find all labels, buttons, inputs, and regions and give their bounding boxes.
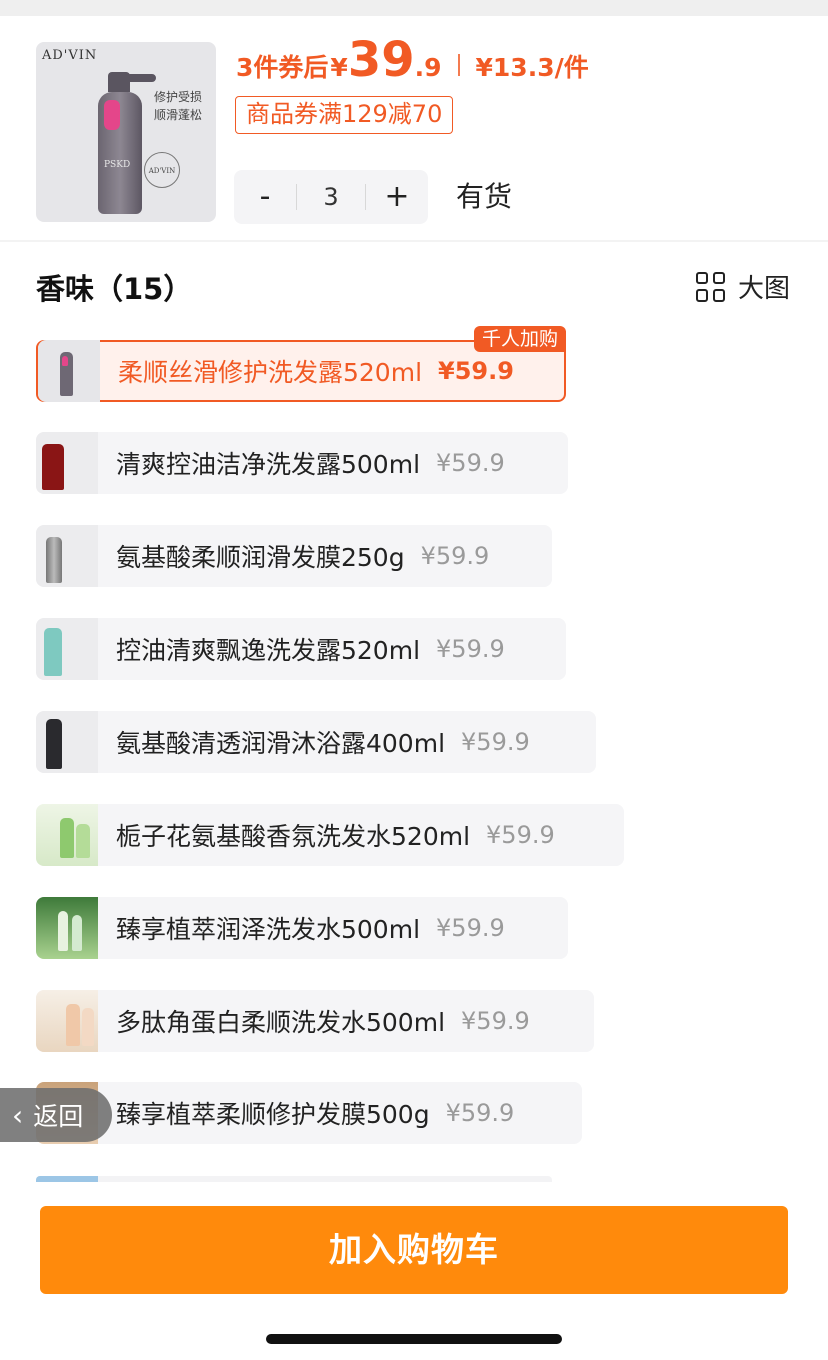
divider: [0, 240, 828, 242]
variant-name: 氨基酸清透润滑沐浴露400ml: [116, 729, 446, 758]
variant-name: 控油清爽飘逸洗发露520ml: [116, 636, 421, 665]
section-title: 香味（15）: [36, 272, 193, 306]
tagline-line-1: 修护受损: [153, 90, 202, 104]
variant-name: 臻享植萃柔顺修护发膜500g: [116, 1100, 430, 1129]
chevron-left-icon: ‹: [12, 1098, 24, 1132]
variant-thumbnail: [36, 432, 98, 494]
home-indicator: [266, 1334, 562, 1344]
variant-option[interactable]: 臻享植萃润泽洗发水500ml ¥59.9: [36, 897, 568, 959]
variant-name: 氨基酸柔顺润滑发膜250g: [116, 543, 405, 572]
price-currency: ¥: [330, 53, 348, 82]
price-line: 3件券后 ¥ 39 .9 ¥13.3/件: [236, 36, 589, 84]
popular-badge: 千人加购: [473, 326, 566, 352]
bottle-nozzle: [126, 74, 156, 82]
variant-price: ¥59.9: [461, 1007, 530, 1035]
variant-thumbnail: [36, 525, 98, 587]
big-view-label: 大图: [738, 274, 791, 304]
variant-option[interactable]: 氨基酸柔顺润滑发膜250g ¥59.9: [36, 525, 552, 587]
coupon-price-prefix: 3件券后: [236, 53, 329, 82]
variant-thumbnail: [36, 990, 98, 1052]
per-item-price: ¥13.3/件: [475, 53, 589, 82]
decrease-button[interactable]: -: [234, 170, 296, 224]
variant-price: ¥59.9: [436, 914, 505, 942]
variant-price: ¥59.9: [436, 449, 505, 477]
tagline-line-2: 顺滑蓬松: [153, 108, 202, 122]
variant-thumbnail: [36, 897, 98, 959]
variant-price: ¥59.9: [436, 635, 505, 663]
variant-option[interactable]: 栀子花氨基酸香氛洗发水520ml ¥59.9: [36, 804, 624, 866]
add-to-cart-button[interactable]: 加入购物车: [40, 1206, 788, 1294]
variant-price: ¥59.9: [445, 1099, 515, 1127]
bottle-pink-tag: [104, 100, 120, 130]
variant-price: ¥59.9: [486, 821, 555, 849]
price-decimal: .9: [414, 53, 442, 82]
back-label: 返回: [33, 1102, 84, 1131]
variant-option-partial: [36, 1176, 552, 1182]
variant-name: 臻享植萃润泽洗发水500ml: [116, 915, 421, 944]
bottle-cap: [108, 72, 130, 92]
coupon-badge: 商品券满129减70: [235, 96, 454, 134]
quantity-stepper: - 3 +: [234, 170, 428, 224]
variant-price: ¥59.9: [420, 542, 490, 570]
variant-name: 栀子花氨基酸香氛洗发水520ml: [116, 822, 471, 851]
variant-option[interactable]: 控油清爽飘逸洗发露520ml ¥59.9: [36, 618, 566, 680]
grid-icon: [696, 271, 726, 302]
big-view-toggle[interactable]: 大图: [696, 268, 790, 305]
variant-thumbnail: [36, 804, 98, 866]
brand-seal: AD'VIN: [144, 152, 180, 188]
back-button[interactable]: ‹ 返回: [0, 1088, 112, 1142]
variant-option-selected[interactable]: 柔顺丝滑修护洗发露520ml ¥59.9 千人加购: [36, 326, 566, 402]
top-strip: [0, 0, 828, 16]
variant-name: 柔顺丝滑修护洗发露520ml: [118, 358, 423, 387]
price-integer: 39: [347, 32, 415, 88]
product-image: AD'VIN PSKD 修护受损 顺滑蓬松 AD'VIN: [36, 42, 216, 222]
variant-name: 清爽控油洁净洗发露500ml: [116, 450, 421, 479]
variant-option[interactable]: 氨基酸清透润滑沐浴露400ml ¥59.9: [36, 711, 596, 773]
variant-option[interactable]: 臻享植萃柔顺修护发膜500g ¥59.9: [36, 1082, 582, 1144]
bottle-label: PSKD: [104, 160, 131, 170]
quantity-value[interactable]: 3: [297, 183, 365, 211]
variant-option[interactable]: 清爽控油洁净洗发露500ml ¥59.9: [36, 432, 568, 494]
price-divider: [457, 54, 460, 76]
variant-thumbnail: [38, 340, 100, 402]
brand-logo: AD'VIN: [42, 48, 98, 63]
variant-name: 多肽角蛋白柔顺洗发水500ml: [116, 1008, 446, 1037]
variant-price: ¥59.9: [438, 357, 514, 385]
variant-price: ¥59.9: [461, 728, 530, 756]
increase-button[interactable]: +: [366, 170, 428, 224]
variant-thumbnail: [36, 618, 98, 680]
stock-status: 有货: [456, 180, 513, 213]
product-image-tagline: 修护受损 顺滑蓬松: [146, 88, 210, 124]
variant-option[interactable]: 多肽角蛋白柔顺洗发水500ml ¥59.9: [36, 990, 594, 1052]
variant-thumbnail: [36, 711, 98, 773]
